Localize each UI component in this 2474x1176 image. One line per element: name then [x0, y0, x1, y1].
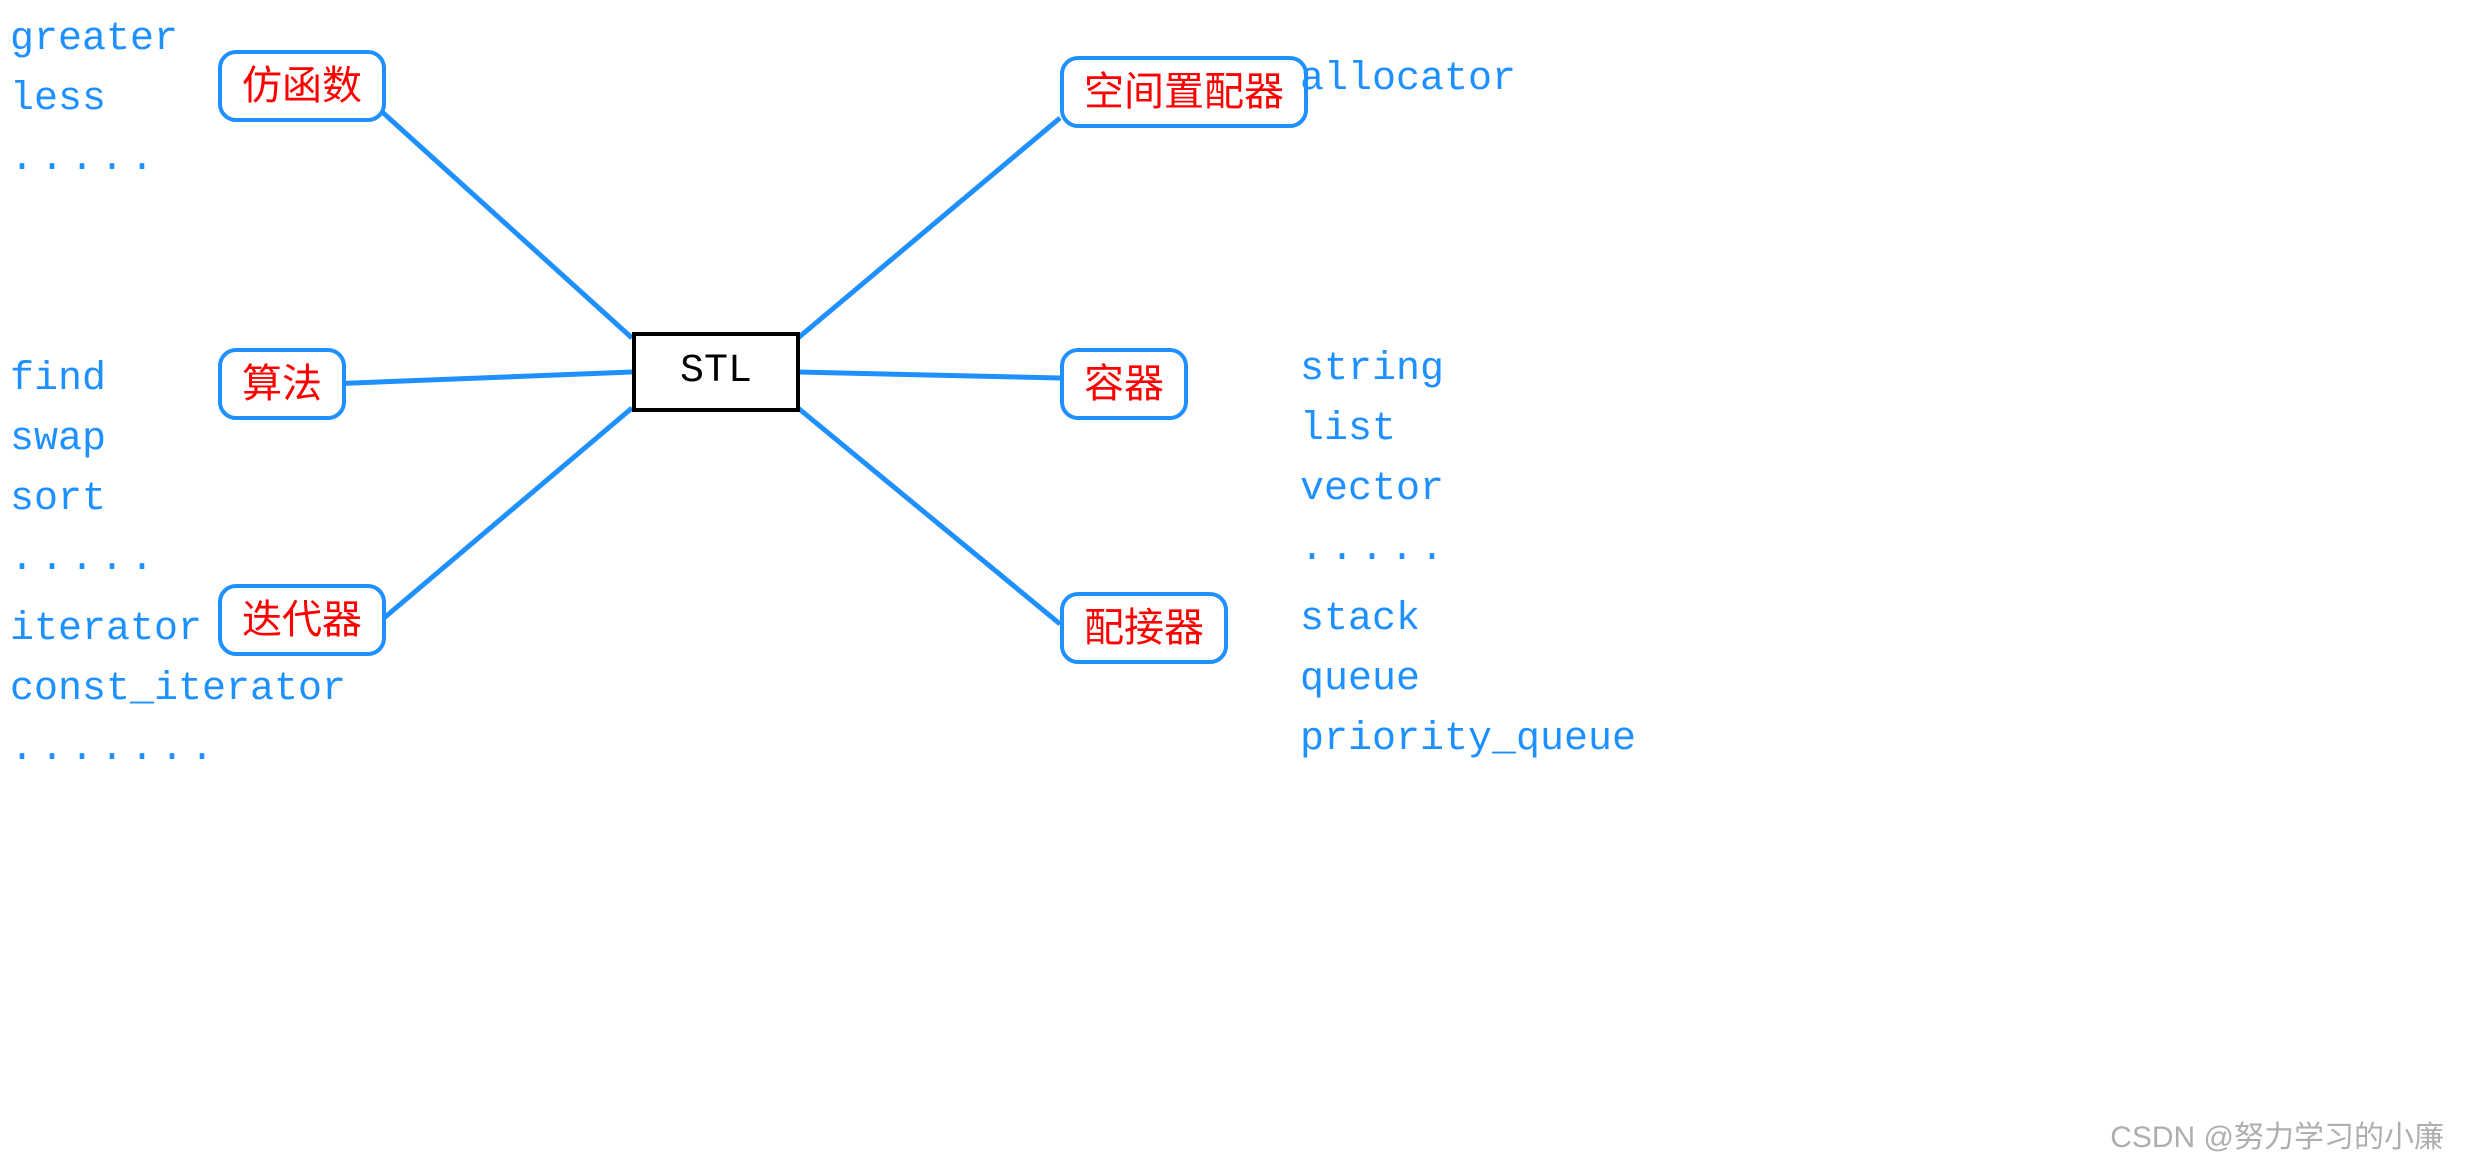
text-adapter-examples: stackqueuepriority_queue [1300, 590, 1636, 770]
node-functor: 仿函数 [218, 50, 386, 122]
line-algorithm [328, 372, 632, 384]
text-algorithm-examples: findswapsort..... [10, 350, 160, 590]
text-container-examples: stringlistvector..... [1300, 340, 1450, 580]
line-adapter [798, 408, 1060, 624]
text-functor-examples: greaterless..... [10, 10, 178, 190]
line-container [798, 372, 1060, 378]
text-iterator-examples: iteratorconst_iterator....... [10, 600, 346, 780]
node-container: 容器 [1060, 348, 1188, 420]
node-algorithm: 算法 [218, 348, 346, 420]
watermark: CSDN @努力学习的小廉 [2110, 1112, 2444, 1156]
text-allocator-examples: allocator [1300, 50, 1516, 110]
center-label: STL [680, 349, 752, 394]
line-allocator [798, 118, 1060, 338]
center-node-stl: STL [632, 332, 800, 412]
line-functor [380, 110, 632, 338]
node-container-label: 容器 [1084, 361, 1164, 406]
node-algorithm-label: 算法 [242, 361, 322, 406]
node-allocator: 空间置配器 [1060, 56, 1308, 128]
diagram-canvas: STL 仿函数 算法 迭代器 空间置配器 容器 配接器 greaterless.… [0, 0, 2474, 1176]
node-adapter: 配接器 [1060, 592, 1228, 664]
node-functor-label: 仿函数 [242, 63, 362, 108]
node-adapter-label: 配接器 [1084, 605, 1204, 650]
node-allocator-label: 空间置配器 [1084, 69, 1284, 114]
line-iterator [384, 408, 632, 618]
